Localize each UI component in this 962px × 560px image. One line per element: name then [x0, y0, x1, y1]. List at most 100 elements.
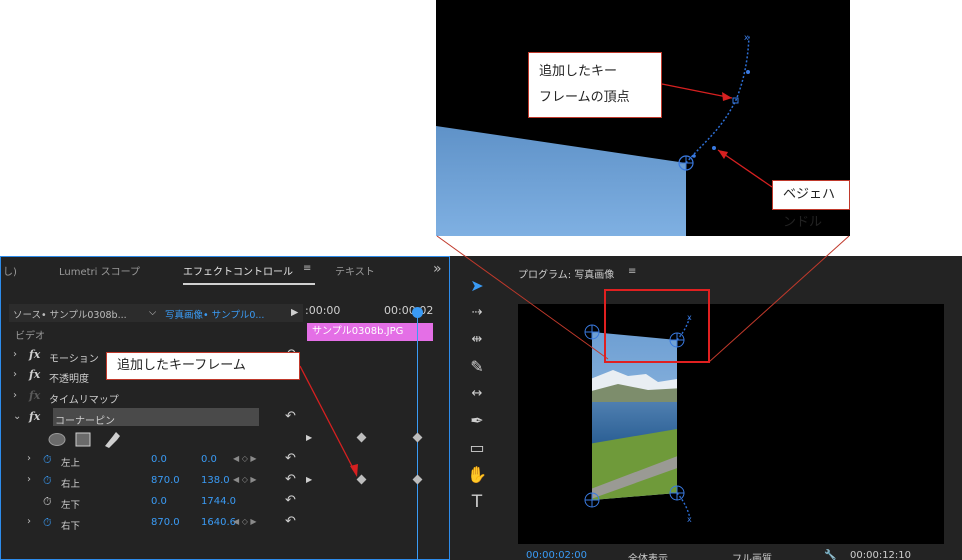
- svg-text:x: x: [744, 33, 749, 42]
- param-y-value[interactable]: 138.0: [201, 475, 230, 486]
- reset-icon[interactable]: ↶: [285, 409, 296, 424]
- param-y-value[interactable]: 0.0: [201, 454, 217, 465]
- param-y-value[interactable]: 1744.0: [201, 496, 236, 507]
- chevron-right-icon[interactable]: ›: [27, 516, 31, 527]
- tab-text[interactable]: テキスト: [335, 263, 375, 278]
- stopwatch-icon[interactable]: ⏱: [43, 495, 52, 509]
- program-monitor-panel: プログラム: 写真画像 ≡ x x 00:00:02:00 全体表示 フル画質 …: [506, 256, 962, 560]
- tab-effect-controls[interactable]: エフェクトコントロール: [183, 263, 293, 278]
- zoom-image-corner: [436, 126, 686, 236]
- param-name: 左上: [61, 458, 81, 469]
- chevron-right-icon[interactable]: ›: [27, 453, 31, 464]
- play-icon[interactable]: ▶: [291, 307, 298, 318]
- param-name: 右下: [61, 521, 81, 532]
- pen-mask-icon[interactable]: [105, 432, 120, 448]
- rectangle-tool-icon[interactable]: ▭: [462, 436, 492, 460]
- param-name: 左下: [61, 500, 81, 511]
- callout-added-keyframe: 追加したキーフレーム: [106, 352, 300, 380]
- reset-icon[interactable]: ↶: [285, 451, 296, 466]
- active-tab-indicator: [183, 283, 315, 285]
- keyframe[interactable]: [412, 432, 423, 443]
- reset-icon[interactable]: ↶: [285, 472, 296, 487]
- premiere-app: し) Lumetri スコープ エフェクトコントロール ≡ テキスト » ソース…: [0, 256, 962, 560]
- clip-bar[interactable]: サンプル0308b.JPG: [307, 323, 433, 341]
- stopwatch-icon[interactable]: ⏱: [43, 474, 52, 488]
- keyframe-navigator[interactable]: ◀ ◇ ▶: [233, 517, 257, 526]
- chevron-down-icon[interactable]: ⌄: [13, 411, 21, 422]
- video-section-label: ビデオ: [15, 331, 45, 342]
- play-icon[interactable]: ▶: [306, 433, 312, 442]
- chevron-right-icon[interactable]: ›: [13, 369, 17, 380]
- panel-menu-icon[interactable]: ≡: [628, 266, 636, 277]
- corner-pin-param-row[interactable]: ⏱ 左下 0.0 1744.0 ↶: [9, 492, 303, 512]
- pen-tool-icon[interactable]: ✒: [462, 409, 492, 433]
- effect-row-time-remap[interactable]: › fx タイムリマップ: [9, 387, 303, 407]
- callout-bezier-handle: ベジェハンドル: [772, 180, 850, 230]
- overflow-icon[interactable]: »: [433, 261, 442, 277]
- target-label[interactable]: 写真画像• サンプル0...: [165, 307, 264, 321]
- effect-name: 不透明度: [49, 374, 89, 385]
- param-x-value[interactable]: 870.0: [151, 475, 180, 486]
- distorted-photo: [592, 332, 677, 500]
- param-x-value[interactable]: 870.0: [151, 517, 180, 528]
- chevron-down-icon[interactable]: ⌵: [149, 307, 156, 318]
- ripple-edit-tool-icon[interactable]: ⇹: [462, 328, 492, 352]
- effect-row-corner-pin[interactable]: ⌄ fx コーナーピン ↶: [9, 408, 303, 428]
- playhead-handle[interactable]: [412, 307, 423, 318]
- tab-lumetri-scopes[interactable]: Lumetri スコープ: [59, 263, 140, 278]
- panel-menu-icon[interactable]: ≡: [303, 263, 311, 274]
- zoom-inset: x 追加したキー フレームの頂点 ベジェハンドル: [436, 0, 850, 236]
- param-y-value[interactable]: 1640.6: [201, 517, 236, 528]
- effect-name: コーナーピン: [55, 416, 115, 427]
- effect-name: タイムリマップ: [49, 395, 119, 406]
- param-name: 右上: [61, 479, 81, 490]
- fx-icon[interactable]: fx: [29, 368, 40, 381]
- fx-icon[interactable]: fx: [29, 410, 40, 423]
- wrench-icon[interactable]: 🔧: [824, 550, 836, 560]
- track-select-tool-icon[interactable]: ⇢: [462, 301, 492, 325]
- program-timecode[interactable]: 00:00:02:00: [526, 550, 587, 560]
- keyframe-added[interactable]: [356, 432, 367, 443]
- stopwatch-icon[interactable]: ⏱: [43, 516, 52, 530]
- fx-icon[interactable]: fx: [29, 348, 40, 361]
- corner-pin-param-row[interactable]: › ⏱ 左上 0.0 0.0 ◀ ◇ ▶ ↶: [9, 450, 303, 470]
- slip-tool-icon[interactable]: ↔: [462, 382, 492, 406]
- reset-icon[interactable]: ↶: [285, 514, 296, 529]
- param-x-value[interactable]: 0.0: [151, 454, 167, 465]
- fit-dropdown[interactable]: 全体表示: [628, 550, 668, 560]
- corner-pin-param-row[interactable]: › ⏱ 右下 870.0 1640.6 ◀ ◇ ▶ ↶: [9, 513, 303, 533]
- duration-timecode: 00:00:12:10: [850, 550, 912, 560]
- ellipse-mask-icon[interactable]: [48, 433, 66, 446]
- mask-tools: [48, 432, 120, 448]
- play-icon[interactable]: ▶: [306, 475, 312, 484]
- keyframe[interactable]: [412, 474, 423, 485]
- selection-tool-icon[interactable]: ➤: [462, 274, 492, 298]
- arrow-handle: [717, 149, 773, 188]
- stopwatch-icon[interactable]: ⏱: [43, 453, 52, 467]
- reset-icon[interactable]: ↶: [285, 493, 296, 508]
- rectangle-mask-icon[interactable]: [75, 432, 91, 447]
- type-tool-icon[interactable]: T: [462, 490, 492, 514]
- param-x-value[interactable]: 0.0: [151, 496, 167, 507]
- quality-dropdown[interactable]: フル画質: [732, 550, 772, 560]
- chevron-right-icon[interactable]: ›: [13, 390, 17, 401]
- source-label[interactable]: ソース• サンプル0308b...: [13, 307, 127, 321]
- hand-tool-icon[interactable]: ✋: [462, 463, 492, 487]
- bezier-path: [685, 35, 750, 164]
- tab-previous[interactable]: し): [3, 263, 17, 278]
- timeline-end-time: 00:00:02: [384, 304, 434, 317]
- keyframe-navigator[interactable]: ◀ ◇ ▶: [233, 454, 257, 463]
- source-header: ソース• サンプル0308b... ⌵ 写真画像• サンプル0... ▶: [9, 304, 303, 322]
- program-monitor-view[interactable]: x x: [518, 304, 944, 544]
- effect-timeline[interactable]: :00:00 00:00:02 サンプル0308b.JPG ▶ ▶: [305, 301, 447, 560]
- chevron-right-icon[interactable]: ›: [13, 349, 17, 360]
- keyframe[interactable]: [356, 474, 367, 485]
- arrow-vertex: [661, 83, 733, 99]
- chevron-right-icon[interactable]: ›: [27, 474, 31, 485]
- razor-tool-icon[interactable]: ✎: [462, 355, 492, 379]
- fx-icon: fx: [29, 389, 41, 402]
- svg-text:x: x: [687, 515, 692, 524]
- corner-pin-param-row[interactable]: › ⏱ 右上 870.0 138.0 ◀ ◇ ▶ ↶: [9, 471, 303, 491]
- keyframe-navigator[interactable]: ◀ ◇ ▶: [233, 475, 257, 484]
- program-title: プログラム: 写真画像: [518, 270, 615, 281]
